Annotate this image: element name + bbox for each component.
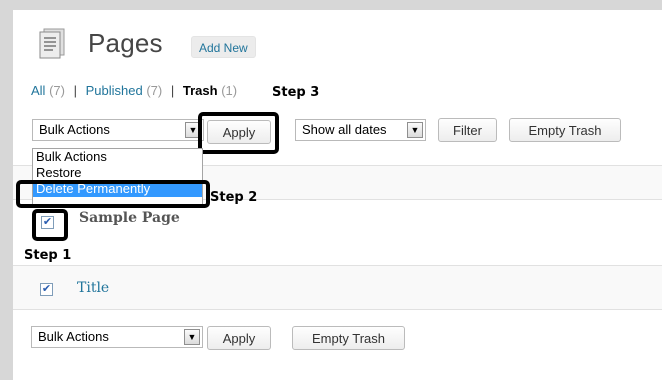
filter-separator: | [73,83,77,98]
filter-separator: | [170,83,175,98]
page-content: Pages Add New All (7) | Published (7) | … [13,10,662,380]
filter-all-link[interactable]: All [31,83,45,98]
bulk-actions-select-bottom[interactable]: Bulk Actions ▼ [31,326,203,348]
date-filter-value: Show all dates [302,122,387,137]
date-filter-select[interactable]: Show all dates ▼ [295,119,426,141]
page-title: Pages [88,28,163,58]
option-bulk-actions[interactable]: Bulk Actions [33,149,202,165]
bulk-actions-value: Bulk Actions [38,329,109,344]
step2-highlight [16,180,210,208]
filter-published-count: (7) [146,83,163,98]
empty-trash-button-bottom[interactable]: Empty Trash [292,326,405,350]
step1-highlight [32,209,68,241]
checkmark-icon: ✔ [41,283,52,295]
add-new-button[interactable]: Add New [191,36,256,58]
row-title-link[interactable]: Sample Page [79,210,180,226]
bulk-actions-value: Bulk Actions [39,122,110,137]
apply-button-bottom[interactable]: Apply [207,326,271,350]
bulk-actions-select[interactable]: Bulk Actions ▼ [32,119,204,141]
table-footer-row [13,265,662,310]
step1-label: Step 1 [24,248,72,263]
pages-icon [35,27,69,61]
step3-label: Step 3 [272,85,320,100]
filter-all-count: (7) [49,83,65,98]
filter-published-link[interactable]: Published [86,83,143,98]
title-column-header[interactable]: Title [77,280,109,296]
chevron-down-icon[interactable]: ▼ [184,329,200,345]
option-restore[interactable]: Restore [33,165,202,181]
empty-trash-button[interactable]: Empty Trash [509,118,621,142]
filter-trash-link[interactable]: Trash [183,83,218,98]
chevron-down-icon[interactable]: ▼ [407,122,423,138]
select-all-checkbox[interactable]: ✔ [40,283,53,296]
filter-button[interactable]: Filter [438,118,497,142]
filter-trash-count: (1) [221,83,238,98]
step2-label: Step 2 [210,190,258,205]
apply-button[interactable]: Apply [207,120,271,144]
status-filter-links: All (7) | Published (7) | Trash (1) [31,83,237,98]
